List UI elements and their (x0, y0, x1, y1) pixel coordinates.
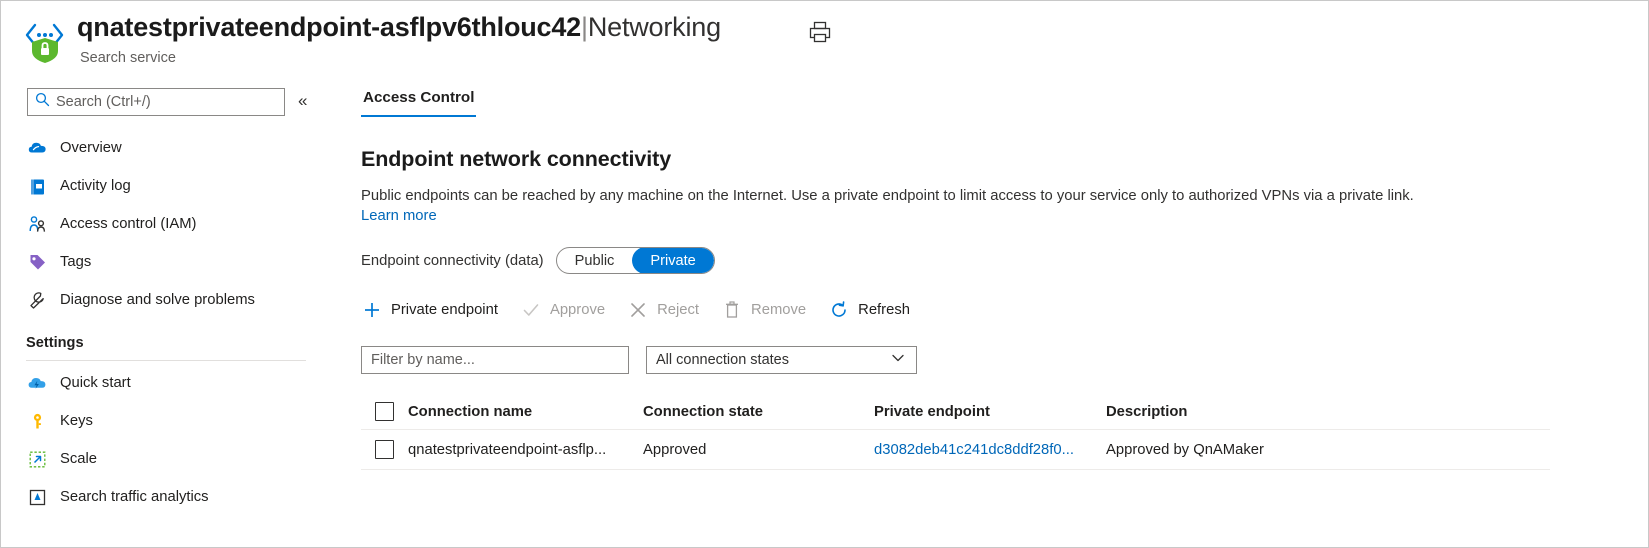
cloud-icon (26, 137, 48, 159)
column-header-description: Description (1106, 404, 1550, 420)
cell-connection-state: Approved (643, 442, 874, 458)
azure-portal-blade: qnatestprivateendpoint-asflpv6thlouc42|N… (0, 0, 1649, 548)
main-content: Access Control Endpoint network connecti… (361, 89, 1648, 547)
toggle-option-public[interactable]: Public (557, 247, 633, 274)
sidebar-item-label: Overview (60, 140, 122, 156)
endpoint-connectivity-row: Endpoint connectivity (data) Public Priv… (361, 247, 1648, 274)
scale-icon (26, 448, 48, 470)
remove-button: Remove (721, 299, 806, 321)
filter-name-input[interactable] (361, 346, 629, 374)
sidebar-item-label: Access control (IAM) (60, 216, 197, 232)
trash-icon (721, 299, 743, 321)
select-all-checkbox[interactable] (375, 402, 394, 421)
cross-icon (627, 299, 649, 321)
search-icon (35, 92, 50, 112)
command-label: Reject (657, 302, 699, 318)
analytics-icon (26, 486, 48, 508)
section-description: Public endpoints can be reached by any m… (361, 186, 1541, 226)
cell-connection-name: qnatestprivateendpoint-asflp... (408, 442, 643, 458)
private-endpoint-button[interactable]: Private endpoint (361, 299, 498, 321)
table-header-row: Connection name Connection state Private… (361, 394, 1550, 430)
sidebar-nav: Overview Activity log (1, 129, 331, 516)
sidebar: « Overview (1, 85, 331, 548)
page-title-resource: qnatestprivateendpoint-asflpv6thlouc42 (77, 12, 581, 42)
learn-more-link[interactable]: Learn more (361, 208, 437, 224)
cell-description: Approved by QnAMaker (1106, 442, 1550, 458)
command-label: Private endpoint (391, 302, 498, 318)
sidebar-item-label: Diagnose and solve problems (60, 292, 255, 308)
filter-bar: All connection states (361, 346, 1648, 374)
approve-button: Approve (520, 299, 605, 321)
plus-icon (361, 299, 383, 321)
tab-bar: Access Control (361, 89, 1648, 125)
connection-state-selected-value: All connection states (647, 352, 891, 368)
section-title: Endpoint network connectivity (361, 147, 1648, 172)
select-all-cell (361, 402, 408, 421)
command-label: Approve (550, 302, 605, 318)
sidebar-item-overview[interactable]: Overview (1, 129, 331, 167)
sidebar-item-tags[interactable]: Tags (1, 243, 331, 281)
resource-type-label: Search service (80, 50, 176, 66)
sidebar-item-diagnose[interactable]: Diagnose and solve problems (1, 281, 331, 319)
page-title-section: Networking (588, 12, 721, 42)
page-title: qnatestprivateendpoint-asflpv6thlouc42|N… (77, 12, 721, 43)
sidebar-item-label: Keys (60, 413, 93, 429)
quick-start-cloud-icon (26, 372, 48, 394)
search-box[interactable] (27, 88, 285, 116)
description-text: Public endpoints can be reached by any m… (361, 188, 1414, 204)
table-row[interactable]: qnatestprivateendpoint-asflp... Approved… (361, 430, 1550, 470)
sidebar-group-settings: Settings (1, 319, 331, 353)
activity-log-icon (26, 175, 48, 197)
tag-icon (26, 251, 48, 273)
toggle-option-private[interactable]: Private (632, 247, 713, 274)
key-icon (26, 410, 48, 432)
print-icon[interactable] (807, 19, 833, 45)
checkmark-icon (520, 299, 542, 321)
chevron-down-icon (891, 351, 905, 370)
sidebar-item-keys[interactable]: Keys (1, 402, 331, 440)
sidebar-item-access-control[interactable]: Access control (IAM) (1, 205, 331, 243)
connection-state-select[interactable]: All connection states (646, 346, 917, 374)
blade-header: qnatestprivateendpoint-asflpv6thlouc42|N… (1, 1, 1648, 79)
tab-access-control[interactable]: Access Control (361, 89, 476, 117)
sidebar-item-label: Scale (60, 451, 97, 467)
sidebar-item-quick-start[interactable]: Quick start (1, 364, 331, 402)
refresh-icon (828, 299, 850, 321)
search-input[interactable] (50, 93, 284, 111)
wrench-icon (26, 289, 48, 311)
row-checkbox[interactable] (375, 440, 394, 459)
command-bar: Private endpoint Approve Reject (361, 294, 1648, 326)
sidebar-item-label: Tags (60, 254, 91, 270)
reject-button: Reject (627, 299, 699, 321)
sidebar-item-label: Activity log (60, 178, 131, 194)
sidebar-item-search-traffic-analytics[interactable]: Search traffic analytics (1, 478, 331, 516)
command-label: Remove (751, 302, 806, 318)
sidebar-item-scale[interactable]: Scale (1, 440, 331, 478)
people-icon (26, 213, 48, 235)
endpoint-connectivity-label: Endpoint connectivity (data) (361, 253, 544, 269)
page-title-separator: | (581, 12, 588, 42)
endpoint-connectivity-toggle[interactable]: Public Private (556, 247, 715, 274)
column-header-connection-name: Connection name (408, 404, 643, 420)
row-select-cell (361, 440, 408, 459)
azure-cognitive-search-icon (23, 19, 67, 65)
sidebar-item-label: Quick start (60, 375, 131, 391)
chevron-double-left-icon[interactable]: « (298, 91, 307, 111)
private-endpoint-connections-table: Connection name Connection state Private… (361, 394, 1550, 470)
refresh-button[interactable]: Refresh (828, 299, 910, 321)
sidebar-search (27, 88, 285, 116)
sidebar-item-activity-log[interactable]: Activity log (1, 167, 331, 205)
command-label: Refresh (858, 302, 910, 318)
sidebar-item-label: Search traffic analytics (60, 489, 209, 505)
sidebar-divider (26, 360, 306, 361)
column-header-connection-state: Connection state (643, 404, 874, 420)
cell-private-endpoint-link[interactable]: d3082deb41c241dc8ddf28f0... (874, 442, 1106, 458)
column-header-private-endpoint: Private endpoint (874, 404, 1106, 420)
